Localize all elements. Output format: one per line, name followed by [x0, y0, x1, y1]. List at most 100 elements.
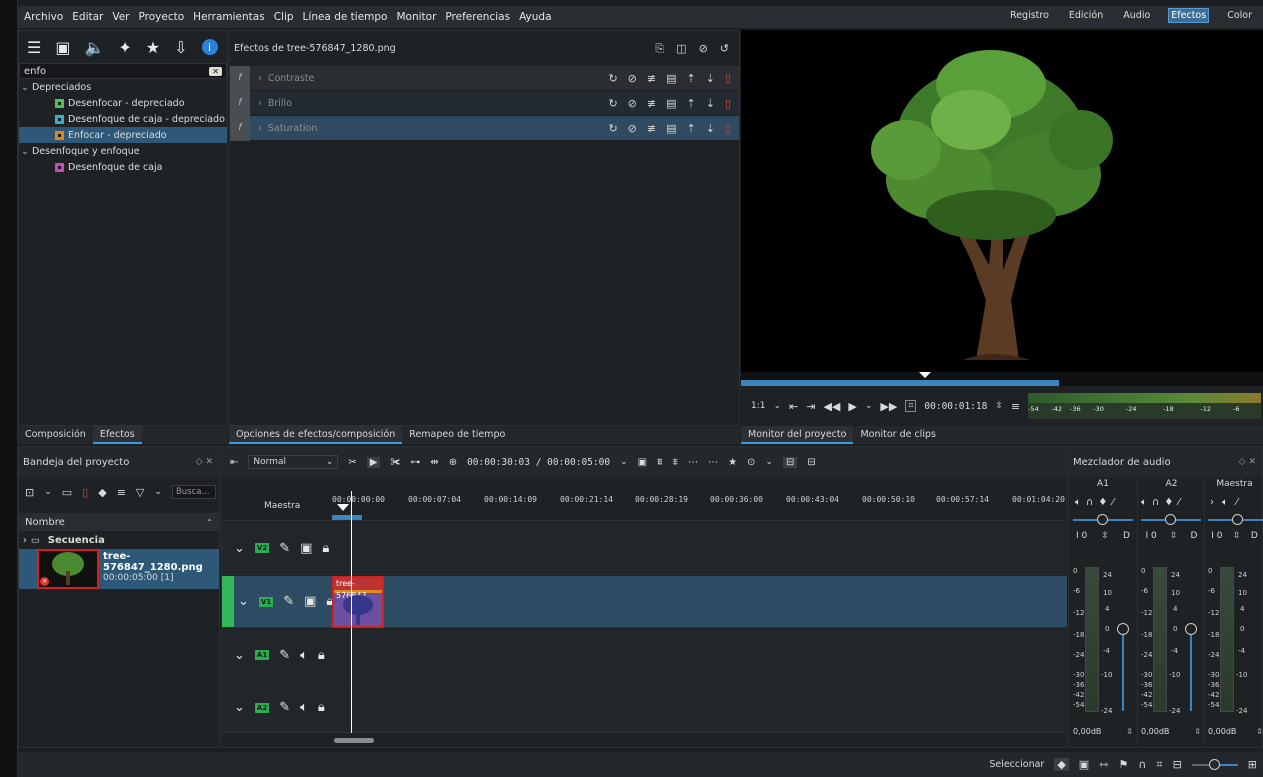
extract-icon[interactable]: ⩨ — [672, 457, 678, 468]
menu-clip[interactable]: Clip — [274, 11, 294, 23]
volume-fader-handle[interactable] — [1185, 623, 1197, 635]
edit-mode-select[interactable]: Normal ⌄ — [248, 455, 339, 469]
tag-icon[interactable]: ◆ — [98, 486, 106, 499]
tab-efectos[interactable]: Efectos — [92, 426, 142, 444]
rewind-icon[interactable]: ◀◀ — [823, 400, 840, 413]
float-close-icons[interactable]: ◇ ✕ — [1239, 457, 1256, 467]
disable-icon[interactable]: ⊘ — [628, 97, 637, 110]
save-icon[interactable]: ▤ — [666, 72, 676, 85]
timeline-timecode[interactable]: 00:00:30:03 / 00:00:05:00 — [467, 457, 610, 468]
disable-all-icon[interactable]: ⊘ — [699, 42, 708, 56]
target-icon[interactable]: ⊙ — [747, 457, 755, 468]
mute-icon[interactable]: 🔈︎ — [1141, 497, 1147, 508]
pan-slider[interactable] — [1069, 513, 1137, 527]
mute-icon[interactable]: 🔈︎ — [300, 648, 308, 663]
pan-slider[interactable] — [1206, 513, 1263, 527]
pan-slider[interactable] — [1139, 513, 1204, 527]
play-icon[interactable]: ▶ — [848, 400, 856, 413]
tab-opciones-efectos[interactable]: Opciones de efectos/composición — [229, 426, 403, 444]
bin-folder-secuencia[interactable]: › ▭ Secuencia — [19, 531, 219, 549]
keyframe-icon[interactable]: ≢ — [647, 122, 656, 135]
insert-icon[interactable]: ▣ — [638, 457, 647, 468]
menu-ayuda[interactable]: Ayuda — [519, 11, 551, 23]
custom-effects-icon[interactable]: ✦ — [118, 38, 131, 57]
video-toggle-icon[interactable]: ▣ — [300, 541, 312, 556]
zoom-fit-icon[interactable]: ⌗ — [1156, 758, 1162, 772]
menu-proyecto[interactable]: Proyecto — [139, 11, 185, 23]
overwrite-icon[interactable]: ⋯ — [688, 457, 698, 468]
layout-registro[interactable]: Registro — [1008, 9, 1051, 22]
lock-icon[interactable]: 🔒︎ — [318, 648, 325, 663]
info-icon[interactable]: i — [201, 39, 218, 55]
record-icon[interactable]: ⁄ — [1178, 497, 1180, 508]
menu-monitor[interactable]: Monitor — [396, 11, 436, 23]
chevron-right-icon[interactable]: › — [1210, 497, 1214, 508]
disable-icon[interactable]: ⊘ — [628, 122, 637, 135]
download-icon[interactable]: ⇩ — [174, 38, 187, 57]
chevron-down-icon[interactable]: ⌄ — [765, 457, 773, 467]
tab-monitor-clips[interactable]: Monitor de clips — [853, 426, 943, 444]
cut-tool-icon[interactable]: ✀ — [390, 457, 400, 468]
effect-row-contraste[interactable]: f › Contraste ↻ ⊘ ≢ ▤ ⇡ ⇣ ▯ — [230, 65, 739, 91]
chevron-down-icon[interactable]: ⌄ — [620, 457, 628, 467]
timeline-ruler[interactable]: 00:00:00:00 00:00:07:04 00:00:14:09 00:0… — [332, 491, 1067, 521]
clear-search-icon[interactable]: ✕ — [209, 66, 222, 76]
lock-icon[interactable]: 🔒︎ — [322, 541, 329, 556]
fullscreen-icon[interactable]: ⌗ — [905, 400, 917, 412]
lock-icon[interactable]: 🔒︎ — [318, 700, 325, 715]
spinbox-icon[interactable]: ⇳ — [995, 401, 1003, 411]
chevron-down-icon[interactable]: ⌄ — [238, 594, 249, 609]
mute-icon[interactable]: 🔈︎ — [300, 700, 308, 715]
chevron-down-icon[interactable]: ⌄ — [154, 487, 162, 497]
delete-icon[interactable]: ▯ — [725, 97, 731, 110]
move-down-icon[interactable]: ⇣ — [706, 97, 715, 110]
db-readout[interactable]: 0,00dB ⇳ — [1073, 727, 1133, 736]
effects-toggle-icon[interactable]: ✎ — [279, 700, 290, 715]
menu-editar[interactable]: Editar — [72, 11, 103, 23]
mute-icon[interactable]: 🔈︎ — [1222, 497, 1228, 508]
layout-color[interactable]: Color — [1225, 9, 1254, 22]
effects-toggle-icon[interactable]: ✎ — [279, 541, 290, 556]
bin-clip-item[interactable]: × tree-576847_1280.png 00:00:05:00 [1] — [19, 549, 219, 589]
db-readout[interactable]: 0,00dB ⇳ — [1208, 727, 1263, 736]
delete-icon[interactable]: ▯ — [725, 72, 731, 85]
menu-preferencias[interactable]: Preferencias — [445, 11, 510, 23]
favorites-icon[interactable]: ★ — [146, 38, 160, 57]
zoom-label[interactable]: 1:1 — [751, 401, 765, 411]
effect-item-desenfoque-caja-dep[interactable]: ▪ Desenfoque de caja - depreciado — [19, 111, 227, 127]
chevron-down-icon[interactable]: ⌄ — [234, 541, 245, 556]
slip-tool-icon[interactable]: ⇹ — [430, 457, 438, 468]
video-effects-icon[interactable]: ▣ — [55, 38, 70, 57]
tab-remapeo[interactable]: Remapeo de tiempo — [402, 426, 512, 444]
headphones-icon[interactable]: ∩ — [1086, 497, 1093, 508]
layout-audio[interactable]: Audio — [1121, 9, 1152, 22]
mic-icon[interactable]: ♦ — [1098, 497, 1107, 508]
set-zone-out-icon[interactable]: ⇥ — [806, 400, 815, 413]
save-icon[interactable]: ▤ — [666, 122, 676, 135]
timeline-clip[interactable]: tree-576847 — [332, 576, 384, 628]
filter-icon[interactable]: ▽ — [136, 486, 144, 499]
monitor-playhead-marker[interactable] — [919, 372, 931, 378]
reset-icon[interactable]: ↻ — [608, 97, 617, 110]
chevron-down-icon[interactable]: ⌄ — [773, 401, 781, 411]
tab-monitor-proyecto[interactable]: Monitor del proyecto — [741, 426, 854, 444]
db-readout[interactable]: 0,00dB ⇳ — [1141, 727, 1201, 736]
timeline-playhead-marker[interactable] — [337, 504, 349, 511]
move-down-icon[interactable]: ⇣ — [706, 72, 715, 85]
monitor-timecode[interactable]: 00:00:01:18 — [924, 401, 987, 412]
effects-toggle-icon[interactable]: ✎ — [283, 594, 294, 609]
menu-icon[interactable]: ≡ — [117, 486, 126, 499]
zoom-out-icon[interactable]: ⊟ — [1173, 758, 1182, 771]
chevron-down-icon[interactable]: ⌄ — [44, 487, 52, 497]
mute-icon[interactable]: 🔈︎ — [1075, 497, 1081, 508]
chevron-down-icon[interactable]: ⌄ — [234, 648, 245, 663]
save-stack-icon[interactable]: ⎘ — [655, 42, 664, 56]
track-menu-icon[interactable]: ⇤ — [230, 457, 238, 468]
bin-search-input[interactable]: Busca... — [171, 485, 216, 499]
forward-icon[interactable]: ▶▶ — [880, 400, 897, 413]
reset-icon[interactable]: ↻ — [608, 122, 617, 135]
menu-archivo[interactable]: Archivo — [24, 11, 63, 23]
menu-linea-de-tiempo[interactable]: Línea de tiempo — [303, 11, 388, 23]
category-desenfoque-enfoque[interactable]: ⌄ Desenfoque y enfoque — [19, 143, 227, 159]
bin-column-header[interactable]: Nombre ⌃ — [19, 513, 219, 531]
